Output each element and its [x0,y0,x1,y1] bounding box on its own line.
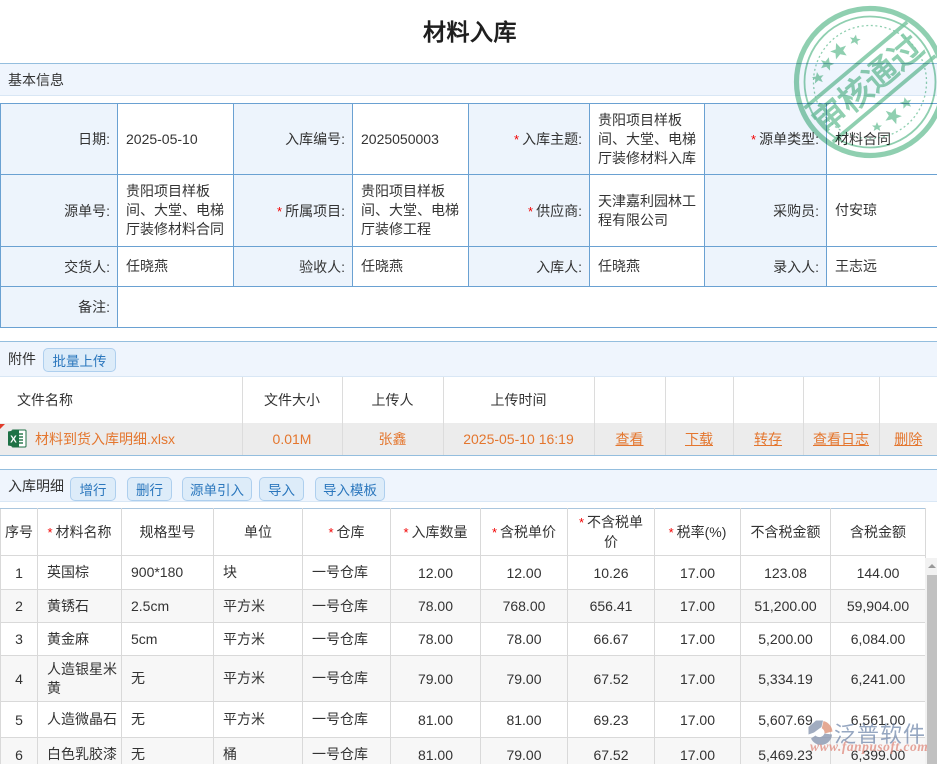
svg-text:X: X [10,434,17,445]
